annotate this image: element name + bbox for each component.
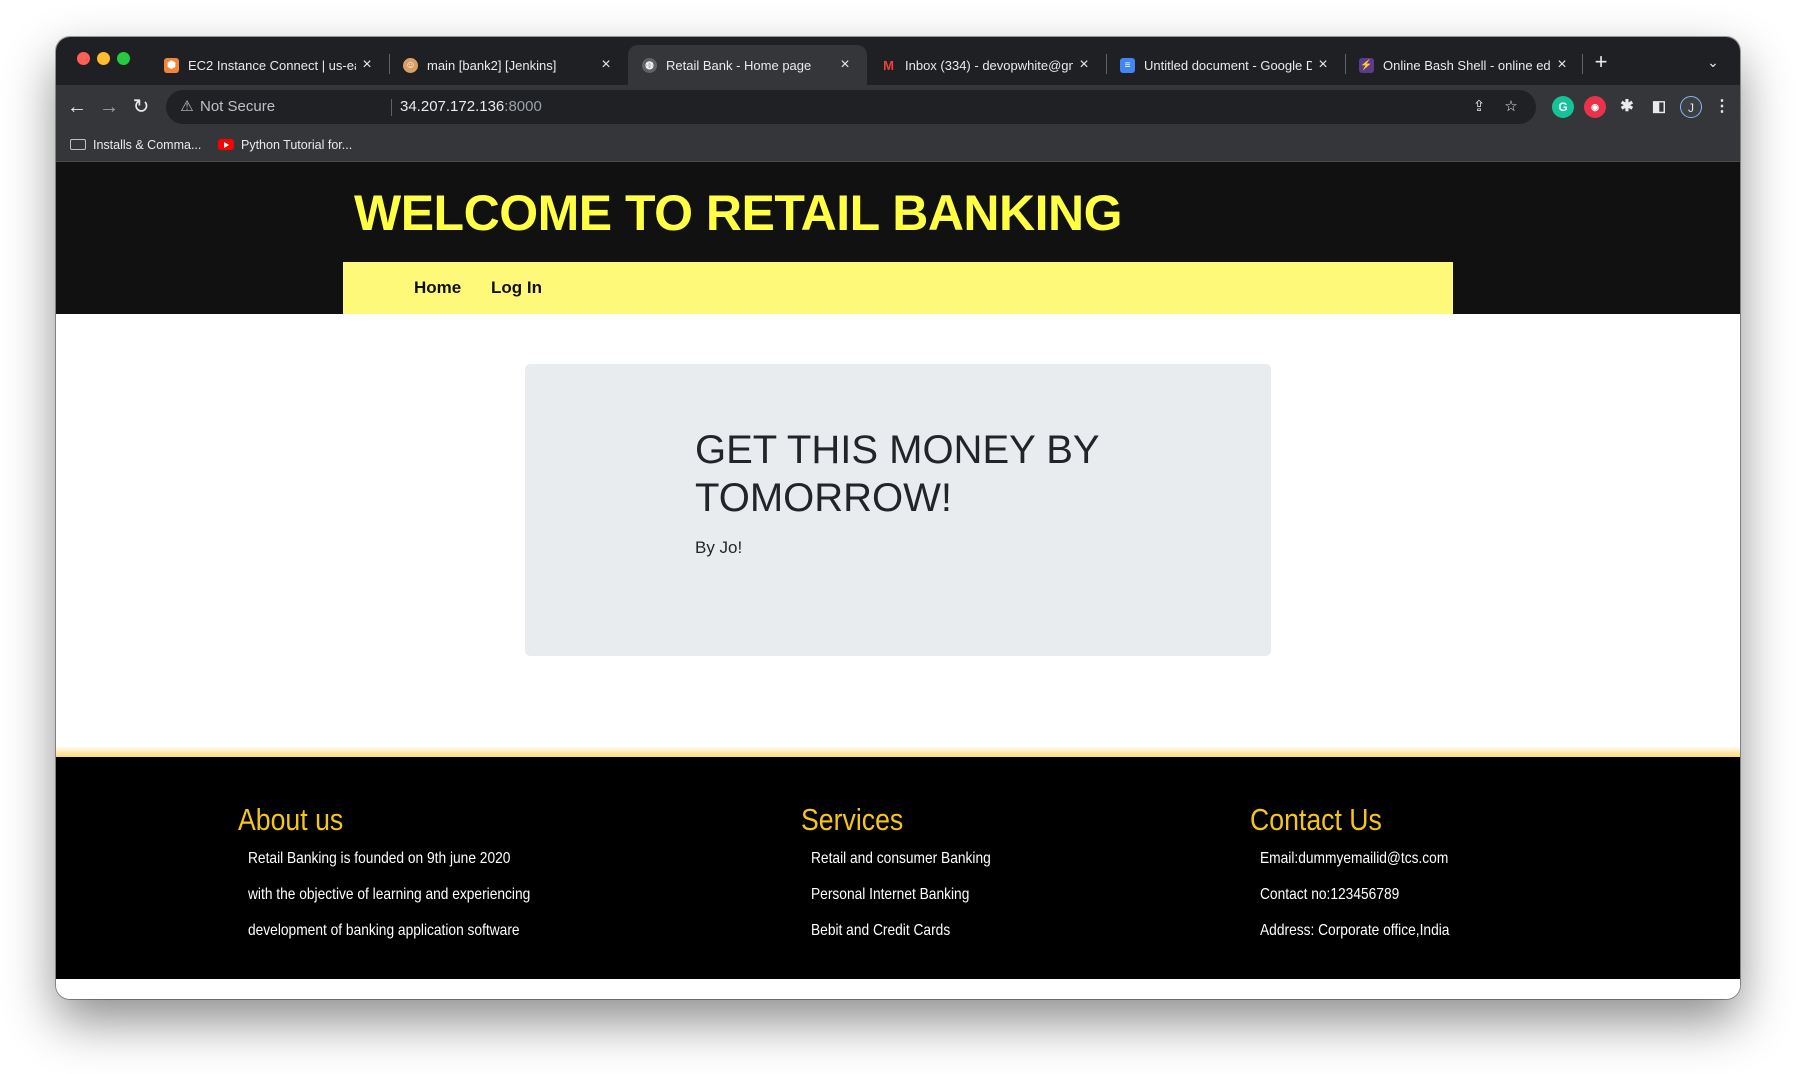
window-close-button[interactable]: [77, 52, 90, 65]
footer-contact-column: Contact Us Email:dummyemailid@tcs.com Co…: [1250, 801, 1449, 939]
tab-title: main [bank2] [Jenkins]: [427, 58, 557, 73]
warning-triangle-icon[interactable]: ⚠: [178, 98, 196, 116]
kebab-menu-icon[interactable]: ⋮: [1711, 96, 1733, 118]
url-host: 34.207.172.136: [400, 98, 505, 115]
tab-title: Online Bash Shell - online editor: [1383, 58, 1551, 73]
bookmark-label: Python Tutorial for...: [241, 138, 353, 152]
bookmarks-bar: Installs & Comma... Python Tutorial for.…: [56, 129, 1740, 162]
close-icon[interactable]: ×: [357, 55, 377, 75]
forward-arrow-icon[interactable]: →: [96, 94, 122, 120]
footer-about-title: About us: [238, 802, 344, 837]
footer-about-line: Retail Banking is founded on 9th june 20…: [248, 850, 511, 867]
close-icon[interactable]: ×: [596, 55, 616, 75]
grammarly-icon[interactable]: G: [1552, 96, 1574, 118]
tab-jenkins[interactable]: ☺ main [bank2] [Jenkins] ×: [389, 45, 628, 85]
url-port: :8000: [504, 98, 542, 115]
back-arrow-icon[interactable]: ←: [64, 94, 90, 120]
site-navbar: Home Log In: [343, 262, 1453, 314]
tab-title: EC2 Instance Connect | us-east-1: [188, 58, 356, 73]
footer-about-line: with the objective of learning and exper…: [248, 886, 531, 903]
window-minimize-button[interactable]: [97, 52, 110, 65]
hero-byline: By Jo!: [695, 538, 743, 557]
site-header: WELCOME TO RETAIL BANKING Home Log In: [56, 162, 1740, 314]
window-maximize-button[interactable]: [117, 52, 130, 65]
hero-heading: GET THIS MONEY BY TOMORROW!: [695, 428, 1099, 520]
new-tab-plus-icon[interactable]: +: [1589, 50, 1613, 74]
tab-ec2[interactable]: ⬢ EC2 Instance Connect | us-east-1 ×: [150, 45, 389, 85]
web-page: WELCOME TO RETAIL BANKING Home Log In GE…: [56, 162, 1740, 999]
extension-red-icon[interactable]: ◉: [1584, 96, 1606, 118]
bolt-icon: ⚡: [1359, 58, 1374, 73]
nav-login-link[interactable]: Log In: [491, 276, 542, 300]
youtube-icon: [218, 139, 234, 151]
aws-icon: ⬢: [164, 58, 179, 73]
site-footer: About us Retail Banking is founded on 9t…: [56, 757, 1740, 979]
page-bottom-strip: [56, 979, 1740, 999]
bookmark-folder-installs[interactable]: Installs & Comma...: [70, 135, 201, 155]
tab-title: Untitled document - Google Docs: [1144, 58, 1312, 73]
profile-avatar[interactable]: J: [1680, 96, 1702, 118]
tab-retail-bank[interactable]: ◍ Retail Bank - Home page ×: [628, 45, 867, 85]
tab-title: Inbox (334) - devopwhite@gmail.com: [905, 58, 1073, 73]
url-text[interactable]: 34.207.172.136:8000: [400, 98, 542, 116]
footer-services-title: Services: [801, 802, 904, 837]
close-icon[interactable]: ×: [1074, 55, 1094, 75]
hero-jumbotron: GET THIS MONEY BY TOMORROW! By Jo!: [525, 364, 1271, 656]
side-panel-icon[interactable]: ◧: [1648, 96, 1670, 118]
star-bookmark-icon[interactable]: ☆: [1500, 96, 1522, 118]
close-icon[interactable]: ×: [1552, 55, 1572, 75]
tab-gmail[interactable]: M Inbox (334) - devopwhite@gmail.com ×: [867, 45, 1106, 85]
close-icon[interactable]: ×: [1313, 55, 1333, 75]
browser-toolbar: ← → ↻ ⚠ Not Secure 34.207.172.136:8000 ⇪…: [56, 85, 1740, 129]
tab-strip: ⬢ EC2 Instance Connect | us-east-1 × ☺ m…: [56, 37, 1740, 85]
address-bar[interactable]: ⚠ Not Secure 34.207.172.136:8000 ⇪ ☆: [166, 90, 1536, 124]
tab-separator: [1582, 54, 1583, 74]
footer-services-line: Personal Internet Banking: [811, 886, 970, 903]
folder-icon: [70, 139, 86, 151]
close-icon[interactable]: ×: [835, 55, 855, 75]
puzzle-extensions-icon[interactable]: ✱: [1616, 96, 1638, 118]
nav-home-link[interactable]: Home: [414, 276, 461, 300]
tab-bash-shell[interactable]: ⚡ Online Bash Shell - online editor ×: [1345, 45, 1584, 85]
tab-google-docs[interactable]: ≡ Untitled document - Google Docs ×: [1106, 45, 1345, 85]
share-icon[interactable]: ⇪: [1468, 96, 1490, 118]
bookmark-python-tutorial[interactable]: Python Tutorial for...: [218, 135, 352, 155]
footer-contact-title: Contact Us: [1250, 802, 1382, 837]
footer-about-line: development of banking application softw…: [248, 922, 520, 939]
footer-about-column: About us Retail Banking is founded on 9t…: [238, 801, 530, 939]
address-divider: [391, 99, 392, 116]
security-status[interactable]: Not Secure: [200, 98, 275, 116]
bookmark-label: Installs & Comma...: [93, 138, 202, 152]
footer-services-line: Retail and consumer Banking: [811, 850, 991, 867]
footer-contact-email: Email:dummyemailid@tcs.com: [1260, 850, 1449, 867]
footer-contact-address: Address: Corporate office,India: [1260, 922, 1450, 939]
chevron-down-icon[interactable]: ⌄: [1702, 51, 1724, 73]
globe-icon: ◍: [642, 58, 657, 73]
gmail-icon: M: [883, 58, 894, 73]
reload-icon[interactable]: ↻: [128, 94, 154, 120]
footer-services-line: Bebit and Credit Cards: [811, 922, 951, 939]
jenkins-icon: ☺: [403, 58, 418, 73]
footer-contact-phone: Contact no:123456789: [1260, 886, 1400, 903]
tab-title: Retail Bank - Home page: [666, 58, 812, 73]
site-title: WELCOME TO RETAIL BANKING: [354, 185, 1123, 241]
footer-services-column: Services Retail and consumer Banking Per…: [801, 801, 991, 939]
docs-icon: ≡: [1120, 58, 1135, 73]
browser-window: ⬢ EC2 Instance Connect | us-east-1 × ☺ m…: [56, 37, 1740, 999]
